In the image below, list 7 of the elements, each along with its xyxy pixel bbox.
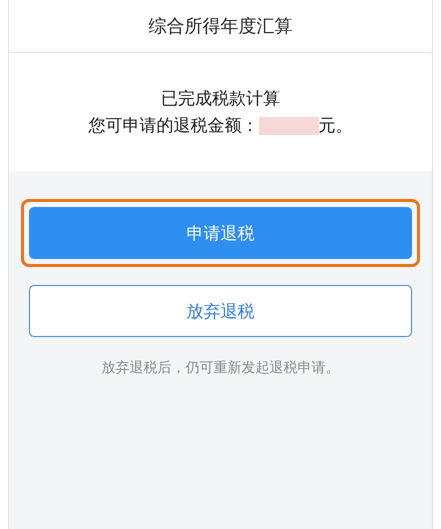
page-title: 综合所得年度汇算	[148, 15, 292, 38]
status-text: 已完成税款计算	[161, 88, 280, 110]
currency-unit: 元。	[318, 115, 352, 137]
apply-refund-button[interactable]: 申请退税	[29, 207, 412, 259]
decline-refund-button[interactable]: 放弃退税	[29, 285, 412, 337]
refund-amount-label: 您可申请的退税金额：	[88, 115, 258, 137]
hint-text: 放弃退税后，仍可重新发起退税申请。	[100, 359, 340, 377]
